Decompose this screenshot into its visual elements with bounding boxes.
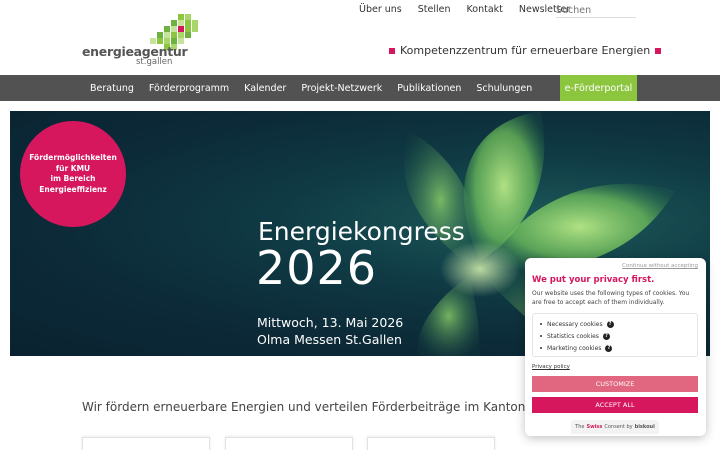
- consent-description: Our website uses the following types of …: [532, 290, 690, 306]
- teaser-card[interactable]: [82, 437, 210, 450]
- footer-text: Consent by: [604, 424, 633, 430]
- customize-button[interactable]: CUSTOMIZE: [532, 376, 698, 392]
- logo-sub: st.gallen: [136, 57, 173, 67]
- main-navigation: Beratung Förderprogramm Kalender Projekt…: [0, 75, 720, 101]
- nav-item-publikationen[interactable]: Publikationen: [397, 83, 461, 94]
- teaser-card[interactable]: [367, 437, 495, 450]
- square-bullet-icon: [655, 47, 662, 54]
- category-label: Marketing cookies: [547, 344, 602, 352]
- foerderportal-button[interactable]: e-Förderportal: [560, 75, 637, 101]
- hero-year: 2026: [256, 241, 378, 295]
- accept-all-button[interactable]: ACCEPT ALL: [532, 397, 698, 413]
- nav-item-schulungen[interactable]: Schulungen: [476, 83, 532, 94]
- footer-vendor-link[interactable]: biskoui: [635, 424, 655, 430]
- badge-line: Energieeffizienz: [39, 184, 107, 194]
- help-icon[interactable]: ?: [602, 332, 610, 340]
- category-label: Necessary cookies: [547, 320, 603, 328]
- category-label: Statistics cookies: [547, 332, 599, 340]
- topnav-link-ueber-uns[interactable]: Über uns: [359, 4, 402, 15]
- bullet-icon: [540, 347, 542, 349]
- badge-line: Fördermöglichkeiten: [29, 153, 117, 162]
- nav-item-kalender[interactable]: Kalender: [244, 83, 286, 94]
- bullet-icon: [540, 335, 542, 337]
- consent-title: We put your privacy first.: [532, 275, 655, 285]
- consent-footer: The Swiss Consent by biskoui: [571, 420, 659, 434]
- nav-item-beratung[interactable]: Beratung: [90, 83, 134, 94]
- hero-venue: Olma Messen St.Gallen: [257, 332, 402, 347]
- badge-line: im Bereich: [50, 174, 96, 183]
- intro-text: Wir fördern erneuerbare Energien und ver…: [82, 400, 566, 414]
- cookie-category-marketing: Marketing cookies ?: [540, 342, 697, 354]
- help-icon[interactable]: ?: [605, 344, 613, 352]
- square-bullet-icon: [389, 47, 395, 54]
- cookie-category-necessary: Necessary cookies ?: [540, 318, 697, 330]
- cookie-category-list: Necessary cookies ? Statistics cookies ?…: [532, 313, 698, 357]
- bullet-icon: [540, 323, 542, 325]
- nav-item-foerderprogramm[interactable]: Förderprogramm: [149, 83, 229, 94]
- mosaic-tile-accent: [178, 26, 184, 32]
- privacy-policy-link[interactable]: Privacy policy: [532, 364, 570, 370]
- footer-text: The: [575, 424, 585, 430]
- tagline-text: Kompetenzzentrum für erneuerbare Energie…: [400, 44, 651, 57]
- hero-date: Mittwoch, 13. Mai 2026: [257, 315, 404, 330]
- kmu-promo-badge[interactable]: Fördermöglichkeiten für KMU im Bereich E…: [20, 121, 126, 227]
- mosaic-tile: [185, 32, 191, 38]
- topnav-link-kontakt[interactable]: Kontakt: [467, 4, 503, 15]
- top-navigation: Über uns Stellen Kontakt Newsletter: [359, 4, 586, 15]
- topnav-link-stellen[interactable]: Stellen: [418, 4, 451, 15]
- tagline: Kompetenzzentrum für erneuerbare Energie…: [389, 44, 662, 57]
- nav-item-projekt-netzwerk[interactable]: Projekt-Netzwerk: [301, 83, 382, 94]
- logo[interactable]: energieagentur st.gallen: [82, 14, 202, 70]
- badge-line: für KMU: [55, 163, 91, 173]
- search-input[interactable]: [556, 3, 636, 18]
- teaser-card[interactable]: [225, 437, 353, 450]
- cookie-category-statistics: Statistics cookies ?: [540, 330, 697, 342]
- cookie-consent-dialog: Continue without accepting We put your p…: [525, 258, 706, 436]
- footer-brand: Swiss: [586, 424, 603, 430]
- help-icon[interactable]: ?: [606, 320, 614, 328]
- mosaic-tile: [192, 26, 198, 32]
- continue-without-accepting-link[interactable]: Continue without accepting: [622, 263, 698, 269]
